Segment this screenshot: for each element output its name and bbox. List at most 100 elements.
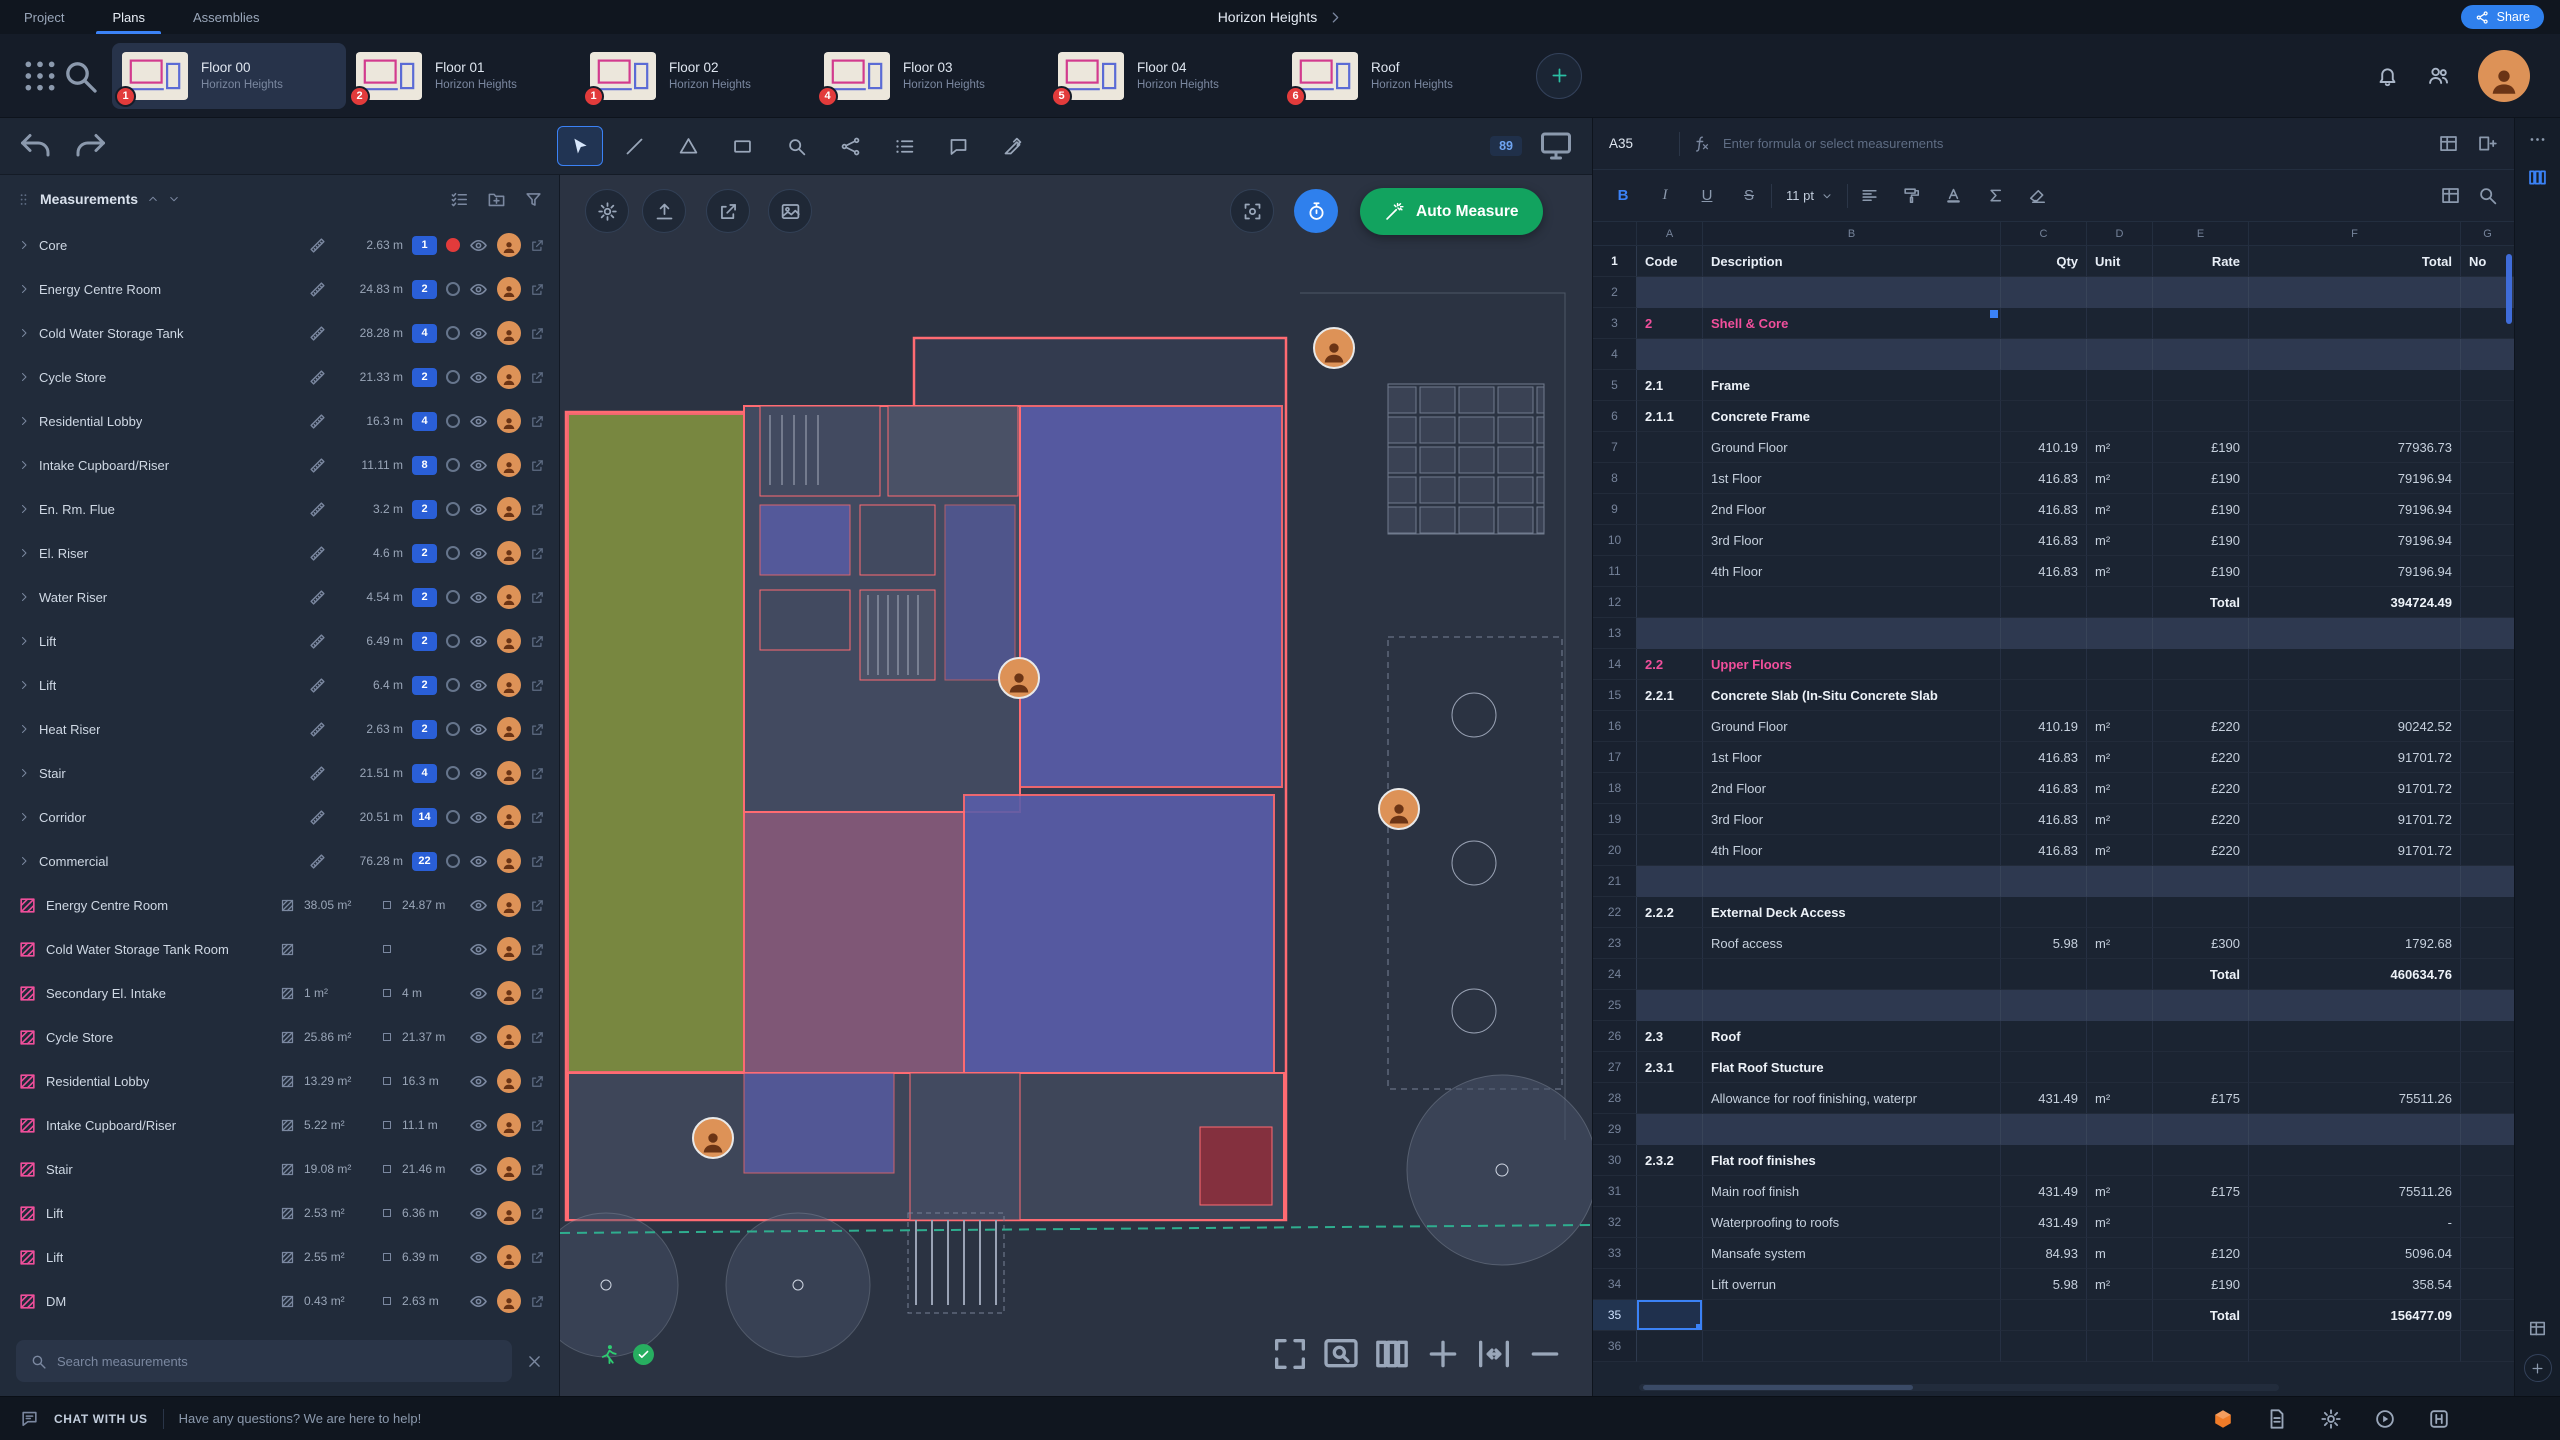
floor-tab[interactable]: 4 Floor 03 Horizon Heights xyxy=(814,43,1048,109)
cell-total[interactable] xyxy=(2249,308,2461,339)
sum-icon[interactable] xyxy=(1986,186,2005,205)
cell-description[interactable] xyxy=(1703,618,2001,649)
open-external-icon[interactable] xyxy=(530,678,545,693)
cell-total[interactable]: 1792.68 xyxy=(2249,928,2461,959)
cell-rate[interactable]: Rate xyxy=(2153,246,2249,277)
cell-unit[interactable] xyxy=(2087,897,2153,928)
cell-unit[interactable] xyxy=(2087,959,2153,990)
cell-rate[interactable]: £190 xyxy=(2153,556,2249,587)
column-letter-B[interactable]: B xyxy=(1703,222,2001,245)
column-letter-G[interactable]: G xyxy=(2461,222,2515,245)
color-marker[interactable] xyxy=(446,502,460,516)
cell-total[interactable]: 79196.94 xyxy=(2249,556,2461,587)
tool-line-button[interactable] xyxy=(611,126,657,166)
sheet-search-icon[interactable] xyxy=(2477,185,2498,206)
cell-description[interactable] xyxy=(1703,1331,2001,1362)
tool-knife-button[interactable] xyxy=(989,126,1035,166)
share-button[interactable]: Share xyxy=(2461,5,2544,29)
visibility-eye-icon[interactable] xyxy=(469,324,488,343)
color-marker[interactable] xyxy=(446,326,460,340)
cell-rate[interactable] xyxy=(2153,866,2249,897)
row-number[interactable]: 11 xyxy=(1593,556,1637,587)
open-external-icon[interactable] xyxy=(530,1030,545,1045)
visibility-eye-icon[interactable] xyxy=(469,940,488,959)
pages-icon[interactable] xyxy=(1372,1334,1412,1374)
cell-no[interactable] xyxy=(2461,401,2514,432)
cell-total[interactable] xyxy=(2249,618,2461,649)
measurement-group-row[interactable]: Lift 6.4 m 2 xyxy=(0,663,559,707)
cell-no[interactable] xyxy=(2461,525,2514,556)
open-external-icon[interactable] xyxy=(530,1118,545,1133)
color-marker[interactable] xyxy=(446,722,460,736)
expand-chevron-icon[interactable] xyxy=(18,283,30,295)
cell-qty[interactable] xyxy=(2001,587,2087,618)
measurement-group-row[interactable]: Heat Riser 2.63 m 2 xyxy=(0,707,559,751)
column-letter-E[interactable]: E xyxy=(2153,222,2249,245)
tool-list-button[interactable] xyxy=(881,126,927,166)
expand-chevron-icon[interactable] xyxy=(18,767,30,779)
expand-chevron-icon[interactable] xyxy=(18,459,30,471)
cell-code[interactable] xyxy=(1637,1238,1703,1269)
cell-code[interactable] xyxy=(1637,1300,1703,1331)
cell-code[interactable] xyxy=(1637,835,1703,866)
cell-qty[interactable]: 410.19 xyxy=(2001,432,2087,463)
cell-no[interactable] xyxy=(2461,959,2514,990)
expand-chevron-icon[interactable] xyxy=(18,371,30,383)
cell-code[interactable] xyxy=(1637,742,1703,773)
open-external-icon[interactable] xyxy=(530,502,545,517)
gear-icon[interactable] xyxy=(2320,1408,2342,1430)
open-external-icon[interactable] xyxy=(530,590,545,605)
close-search-icon[interactable] xyxy=(526,1353,543,1370)
cell-qty[interactable]: 416.83 xyxy=(2001,556,2087,587)
cell-total[interactable]: - xyxy=(2249,1207,2461,1238)
open-external-icon[interactable] xyxy=(530,854,545,869)
color-marker[interactable] xyxy=(446,370,460,384)
cell-unit[interactable] xyxy=(2087,1300,2153,1331)
undo-icon[interactable] xyxy=(18,128,54,164)
row-number[interactable]: 34 xyxy=(1593,1269,1637,1300)
column-letter-C[interactable]: C xyxy=(2001,222,2087,245)
cell-qty[interactable] xyxy=(2001,1145,2087,1176)
open-external-icon[interactable] xyxy=(530,282,545,297)
cell-total[interactable]: Total xyxy=(2249,246,2461,277)
visibility-eye-icon[interactable] xyxy=(469,1160,488,1179)
cell-total[interactable]: 79196.94 xyxy=(2249,494,2461,525)
row-number[interactable]: 2 xyxy=(1593,277,1637,308)
cell-total[interactable]: 77936.73 xyxy=(2249,432,2461,463)
cell-rate[interactable] xyxy=(2153,1207,2249,1238)
visibility-eye-icon[interactable] xyxy=(469,456,488,475)
cell-unit[interactable]: m² xyxy=(2087,494,2153,525)
open-external-icon[interactable] xyxy=(530,370,545,385)
cell-no[interactable] xyxy=(2461,618,2514,649)
play-icon[interactable] xyxy=(2374,1408,2396,1430)
add-sheet-button[interactable] xyxy=(2524,1354,2552,1382)
visibility-eye-icon[interactable] xyxy=(469,1072,488,1091)
cell-no[interactable] xyxy=(2461,649,2514,680)
floor-tab[interactable]: 5 Floor 04 Horizon Heights xyxy=(1048,43,1282,109)
add-plan-button[interactable] xyxy=(1536,53,1582,99)
cell-code[interactable] xyxy=(1637,866,1703,897)
cell-qty[interactable] xyxy=(2001,866,2087,897)
row-number[interactable]: 24 xyxy=(1593,959,1637,990)
cell-qty[interactable]: 416.83 xyxy=(2001,463,2087,494)
cell-total[interactable]: 394724.49 xyxy=(2249,587,2461,618)
cell-code[interactable] xyxy=(1637,990,1703,1021)
cell-no[interactable] xyxy=(2461,990,2514,1021)
cell-no[interactable] xyxy=(2461,370,2514,401)
cell-total[interactable] xyxy=(2249,680,2461,711)
color-marker[interactable] xyxy=(446,282,460,296)
visibility-eye-icon[interactable] xyxy=(469,720,488,739)
cell-total[interactable]: 75511.26 xyxy=(2249,1176,2461,1207)
plan-canvas[interactable]: Auto Measure xyxy=(560,175,1592,1396)
cell-total[interactable] xyxy=(2249,1021,2461,1052)
measurement-group-row[interactable]: Stair 21.51 m 4 xyxy=(0,751,559,795)
cell-no[interactable] xyxy=(2461,835,2514,866)
color-marker[interactable] xyxy=(446,590,460,604)
cell-no[interactable] xyxy=(2461,1145,2514,1176)
cell-rate[interactable] xyxy=(2153,649,2249,680)
cell-code[interactable] xyxy=(1637,804,1703,835)
cell-description[interactable]: Roof xyxy=(1703,1021,2001,1052)
color-marker[interactable] xyxy=(446,238,460,252)
italic-button[interactable]: I xyxy=(1645,177,1685,215)
open-external-icon[interactable] xyxy=(530,238,545,253)
